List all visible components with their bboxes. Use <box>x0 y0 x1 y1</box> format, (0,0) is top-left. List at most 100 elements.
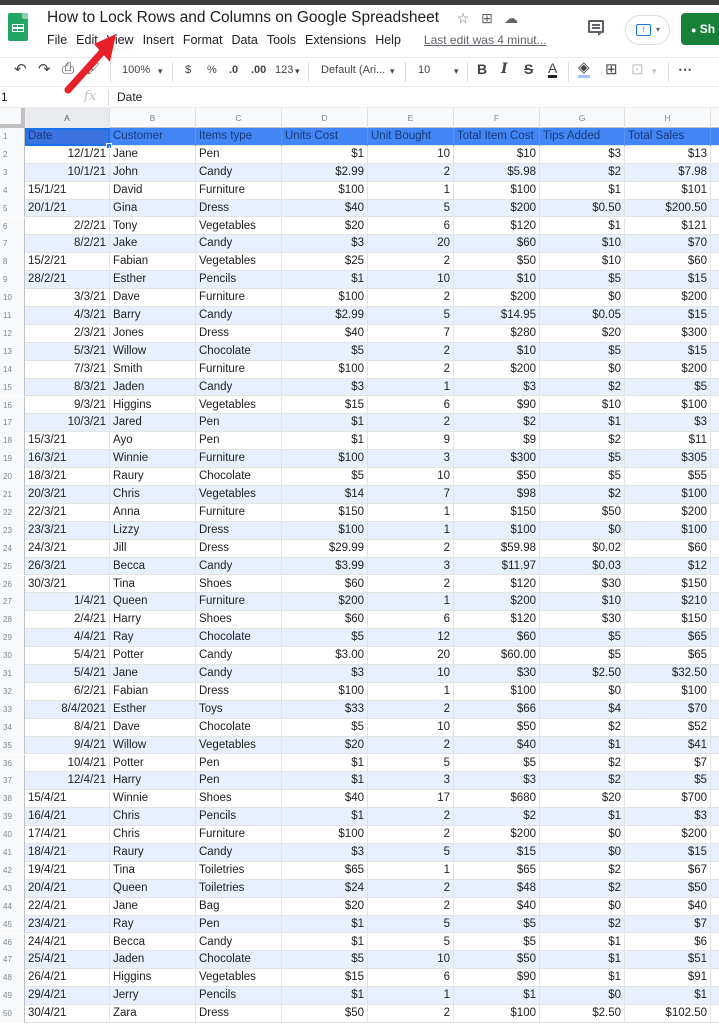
units-cost-cell[interactable]: $40 <box>282 324 368 343</box>
customer-cell[interactable]: Ray <box>110 629 196 648</box>
items-type-cell[interactable]: Toiletries <box>196 861 282 880</box>
items-type-cell[interactable]: Pen <box>196 915 282 934</box>
menu-format[interactable]: Format <box>183 33 228 47</box>
column-i-cell[interactable] <box>711 934 719 952</box>
customer-cell[interactable]: Jones <box>110 324 196 343</box>
column-i-cell[interactable] <box>711 916 719 934</box>
date-cell[interactable]: 9/3/21 <box>25 396 110 415</box>
date-cell[interactable]: 12/4/21 <box>25 772 110 791</box>
increase-decimal-button[interactable]: .00 <box>251 64 266 76</box>
date-cell[interactable]: 15/2/21 <box>25 253 110 272</box>
tips-added-cell[interactable]: $0 <box>540 682 625 701</box>
more-options-icon[interactable]: ⋯ <box>678 61 692 78</box>
customer-cell[interactable]: Barry <box>110 307 196 325</box>
customer-cell[interactable]: Winnie <box>110 450 196 469</box>
row-number[interactable]: 20 <box>0 468 25 486</box>
date-cell[interactable]: 10/3/21 <box>25 414 110 433</box>
column-i-cell[interactable] <box>711 593 719 611</box>
total-sales-cell[interactable]: $51 <box>625 951 711 970</box>
tips-added-cell[interactable]: $1 <box>540 933 625 952</box>
date-cell[interactable]: 8/4/2021 <box>25 700 110 719</box>
tips-added-cell[interactable]: $30 <box>540 575 625 594</box>
unit-bought-cell[interactable]: 3 <box>368 772 454 791</box>
tips-added-cell[interactable]: $2 <box>540 915 625 934</box>
row-number[interactable]: 10 <box>0 289 25 307</box>
date-cell[interactable]: 5/4/21 <box>25 647 110 665</box>
column-i-cell[interactable] <box>711 468 719 486</box>
date-cell[interactable]: 16/4/21 <box>25 808 110 827</box>
customer-cell[interactable]: Jared <box>110 414 196 433</box>
total-sales-cell[interactable]: $5 <box>625 378 711 397</box>
column-i-cell[interactable] <box>711 540 719 558</box>
row-number[interactable]: 48 <box>0 969 25 988</box>
total-item-cost-cell[interactable]: $100 <box>454 682 540 701</box>
items-type-cell[interactable]: Vegetables <box>196 486 282 504</box>
customer-cell[interactable]: Harry <box>110 772 196 791</box>
column-i-cell[interactable] <box>711 844 719 862</box>
customer-cell[interactable]: Raury <box>110 468 196 486</box>
units-cost-cell[interactable]: $40 <box>282 790 368 809</box>
unit-bought-cell[interactable]: 2 <box>368 289 454 307</box>
date-cell[interactable]: 30/4/21 <box>25 1005 110 1023</box>
units-cost-cell[interactable]: $14 <box>282 486 368 504</box>
column-i-cell[interactable] <box>711 164 719 182</box>
customer-cell[interactable]: Dave <box>110 289 196 307</box>
items-type-cell[interactable]: Dress <box>196 539 282 558</box>
total-item-cost-cell[interactable]: $10 <box>454 145 540 164</box>
unit-bought-cell[interactable]: 17 <box>368 790 454 809</box>
column-i-cell[interactable] <box>711 826 719 844</box>
unit-bought-cell[interactable]: 2 <box>368 736 454 755</box>
unit-bought-cell[interactable]: 2 <box>368 342 454 361</box>
customer-cell[interactable]: Tina <box>110 575 196 594</box>
units-cost-cell[interactable]: $100 <box>282 450 368 469</box>
total-item-cost-cell[interactable]: $3 <box>454 378 540 397</box>
units-cost-cell[interactable]: $3 <box>282 378 368 397</box>
tips-added-cell[interactable]: $0 <box>540 360 625 379</box>
items-type-cell[interactable]: Chocolate <box>196 342 282 361</box>
print-icon[interactable]: ⎙ <box>62 60 74 77</box>
customer-cell[interactable]: John <box>110 163 196 182</box>
customer-cell[interactable]: Anna <box>110 503 196 522</box>
tips-added-cell[interactable]: $3 <box>540 145 625 164</box>
date-cell[interactable]: 1/4/21 <box>25 593 110 612</box>
row-number[interactable]: 34 <box>0 718 25 737</box>
items-type-cell[interactable]: Pencils <box>196 808 282 827</box>
date-cell[interactable]: 24/3/21 <box>25 539 110 558</box>
header-cell-date[interactable]: Date <box>25 128 110 146</box>
tips-added-cell[interactable]: $5 <box>540 647 625 665</box>
total-sales-cell[interactable]: $70 <box>625 700 711 719</box>
unit-bought-cell[interactable]: 2 <box>368 575 454 594</box>
tips-added-cell[interactable]: $5 <box>540 450 625 469</box>
total-sales-cell[interactable]: $15 <box>625 844 711 862</box>
date-cell[interactable]: 16/3/21 <box>25 450 110 469</box>
tips-added-cell[interactable]: $2 <box>540 754 625 773</box>
date-cell[interactable]: 7/3/21 <box>25 360 110 379</box>
tips-added-cell[interactable]: $0 <box>540 521 625 540</box>
column-i-cell[interactable] <box>711 880 719 898</box>
tips-added-cell[interactable]: $1 <box>540 736 625 755</box>
unit-bought-cell[interactable]: 10 <box>368 271 454 290</box>
customer-cell[interactable]: Jaden <box>110 951 196 970</box>
tips-added-cell[interactable]: $0.05 <box>540 307 625 325</box>
total-item-cost-cell[interactable]: $200 <box>454 289 540 307</box>
row-number[interactable]: 21 <box>0 486 25 504</box>
total-item-cost-cell[interactable]: $65 <box>454 861 540 880</box>
column-header-f[interactable]: F <box>454 108 540 128</box>
units-cost-cell[interactable]: $100 <box>282 521 368 540</box>
last-edit-link[interactable]: Last edit was 4 minut... <box>424 33 547 47</box>
column-header-h[interactable]: H <box>625 108 711 128</box>
cloud-status-icon[interactable]: ☁ <box>504 10 518 27</box>
total-sales-cell[interactable]: $7.98 <box>625 163 711 182</box>
customer-cell[interactable]: Fabian <box>110 253 196 272</box>
total-sales-cell[interactable]: $12 <box>625 557 711 576</box>
unit-bought-cell[interactable]: 1 <box>368 682 454 701</box>
total-sales-cell[interactable]: $300 <box>625 324 711 343</box>
customer-cell[interactable]: Tina <box>110 861 196 880</box>
row-number[interactable]: 39 <box>0 808 25 827</box>
row-number[interactable]: 42 <box>0 861 25 880</box>
date-cell[interactable]: 8/3/21 <box>25 378 110 397</box>
units-cost-cell[interactable]: $100 <box>282 826 368 844</box>
total-sales-cell[interactable]: $52 <box>625 718 711 737</box>
total-sales-cell[interactable]: $100 <box>625 521 711 540</box>
date-cell[interactable]: 20/4/21 <box>25 879 110 898</box>
